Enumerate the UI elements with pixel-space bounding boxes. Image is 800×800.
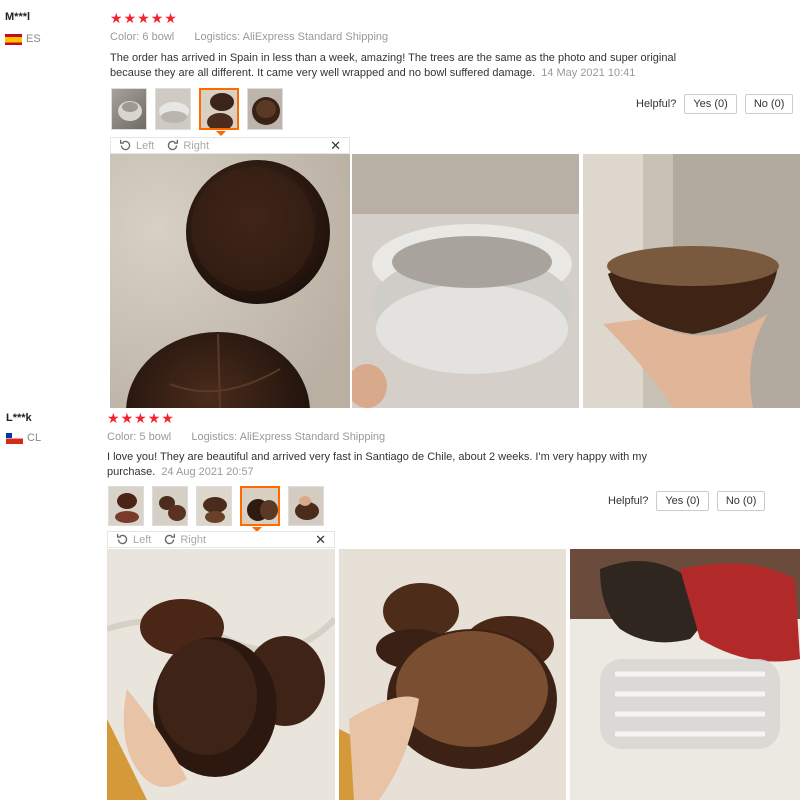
star-icon: ★ xyxy=(137,10,150,26)
review-text: I love you! They are beautiful and arriv… xyxy=(107,450,667,480)
photo-thumbnail[interactable] xyxy=(288,486,324,526)
country-code: ES xyxy=(26,33,41,45)
review-photo[interactable] xyxy=(570,549,800,800)
star-icon: ★ xyxy=(120,410,134,426)
review-photo[interactable] xyxy=(352,154,579,408)
rotate-right-button[interactable]: Right xyxy=(163,533,206,546)
review-photo-large[interactable] xyxy=(107,549,335,800)
review-card: M***l ES ★ ★ ★ ★ ★ Color: 6 bowl Logisti… xyxy=(0,0,800,408)
rotate-left-label: Left xyxy=(133,533,152,546)
helpful-no-button[interactable]: No (0) xyxy=(716,491,766,511)
review-text: The order has arrived in Spain in less t… xyxy=(110,51,710,81)
photo-thumbnail[interactable] xyxy=(155,88,191,130)
review-date: 14 May 2021 10:41 xyxy=(541,67,636,79)
color-value: 5 bowl xyxy=(139,431,172,443)
star-icon: ★ xyxy=(107,410,120,426)
star-icon: ★ xyxy=(110,10,123,26)
reviewer-name: M***l xyxy=(5,11,31,23)
photo-viewer-toolbar: Left Right ✕ xyxy=(107,531,335,548)
order-info: Color: 6 bowl Logistics: AliExpress Stan… xyxy=(110,31,388,43)
thumbnail-pointer xyxy=(216,131,226,136)
reviewer-country: CL xyxy=(6,432,41,444)
photo-thumbnail[interactable] xyxy=(196,486,232,526)
helpful-label: Helpful? xyxy=(608,495,649,507)
photo-thumbnail[interactable] xyxy=(152,486,188,526)
star-icon: ★ xyxy=(150,10,164,26)
reviewer-name: L***k xyxy=(6,412,32,424)
rotate-left-icon xyxy=(116,533,128,545)
country-code: CL xyxy=(27,432,42,444)
close-icon[interactable]: ✕ xyxy=(315,532,326,548)
chile-flag-icon xyxy=(6,432,23,444)
photo-thumbnails xyxy=(108,486,324,526)
photo-thumbnail-selected[interactable] xyxy=(240,486,280,526)
rotate-left-button[interactable]: Left xyxy=(119,139,154,152)
review-card: L***k CL ★ ★ ★ ★ ★ Color: 5 bowl Logisti… xyxy=(0,408,800,800)
logistics-value: AliExpress Standard Shipping xyxy=(242,31,389,43)
helpful-no-button[interactable]: No (0) xyxy=(744,94,794,114)
review-photo[interactable] xyxy=(583,154,800,408)
photo-thumbnail-selected[interactable] xyxy=(199,88,239,130)
rotate-left-button[interactable]: Left xyxy=(116,533,151,546)
review-photo-large[interactable] xyxy=(110,154,350,408)
logistics-label: Logistics: xyxy=(191,431,238,443)
color-label: Color: xyxy=(107,431,137,443)
star-icon: ★ xyxy=(134,410,147,426)
star-icon: ★ xyxy=(164,10,177,26)
rotate-right-icon xyxy=(168,139,179,151)
rotate-right-button[interactable]: Right xyxy=(166,139,209,152)
helpful-label: Helpful? xyxy=(636,98,677,110)
star-icon: ★ xyxy=(123,10,137,26)
photo-thumbnails xyxy=(111,88,283,130)
close-icon[interactable]: ✕ xyxy=(330,138,341,154)
rotate-left-icon xyxy=(119,139,131,151)
helpful-vote: Helpful? Yes (0) No (0) xyxy=(636,94,794,114)
spain-flag-icon xyxy=(5,33,22,45)
star-icon: ★ xyxy=(147,410,161,426)
review-photo[interactable] xyxy=(339,549,566,800)
rotate-right-label: Right xyxy=(183,139,210,152)
star-rating: ★ ★ ★ ★ ★ xyxy=(107,411,174,425)
order-info: Color: 5 bowl Logistics: AliExpress Stan… xyxy=(107,431,385,443)
photo-thumbnail[interactable] xyxy=(108,486,144,526)
star-rating: ★ ★ ★ ★ ★ xyxy=(110,11,177,25)
helpful-yes-button[interactable]: Yes (0) xyxy=(656,491,709,511)
helpful-vote: Helpful? Yes (0) No (0) xyxy=(608,491,766,511)
rotate-left-label: Left xyxy=(136,139,155,152)
color-value: 6 bowl xyxy=(142,31,175,43)
photo-viewer-toolbar: Left Right ✕ xyxy=(110,137,350,154)
review-date: 24 Aug 2021 20:57 xyxy=(161,466,254,478)
photo-thumbnail[interactable] xyxy=(111,88,147,130)
color-label: Color: xyxy=(110,31,140,43)
rotate-right-icon xyxy=(165,533,176,545)
logistics-value: AliExpress Standard Shipping xyxy=(239,431,386,443)
logistics-label: Logistics: xyxy=(194,31,241,43)
helpful-yes-button[interactable]: Yes (0) xyxy=(684,94,737,114)
star-icon: ★ xyxy=(161,410,174,426)
photo-thumbnail[interactable] xyxy=(247,88,283,130)
reviewer-country: ES xyxy=(5,33,41,45)
rotate-right-label: Right xyxy=(180,533,207,546)
